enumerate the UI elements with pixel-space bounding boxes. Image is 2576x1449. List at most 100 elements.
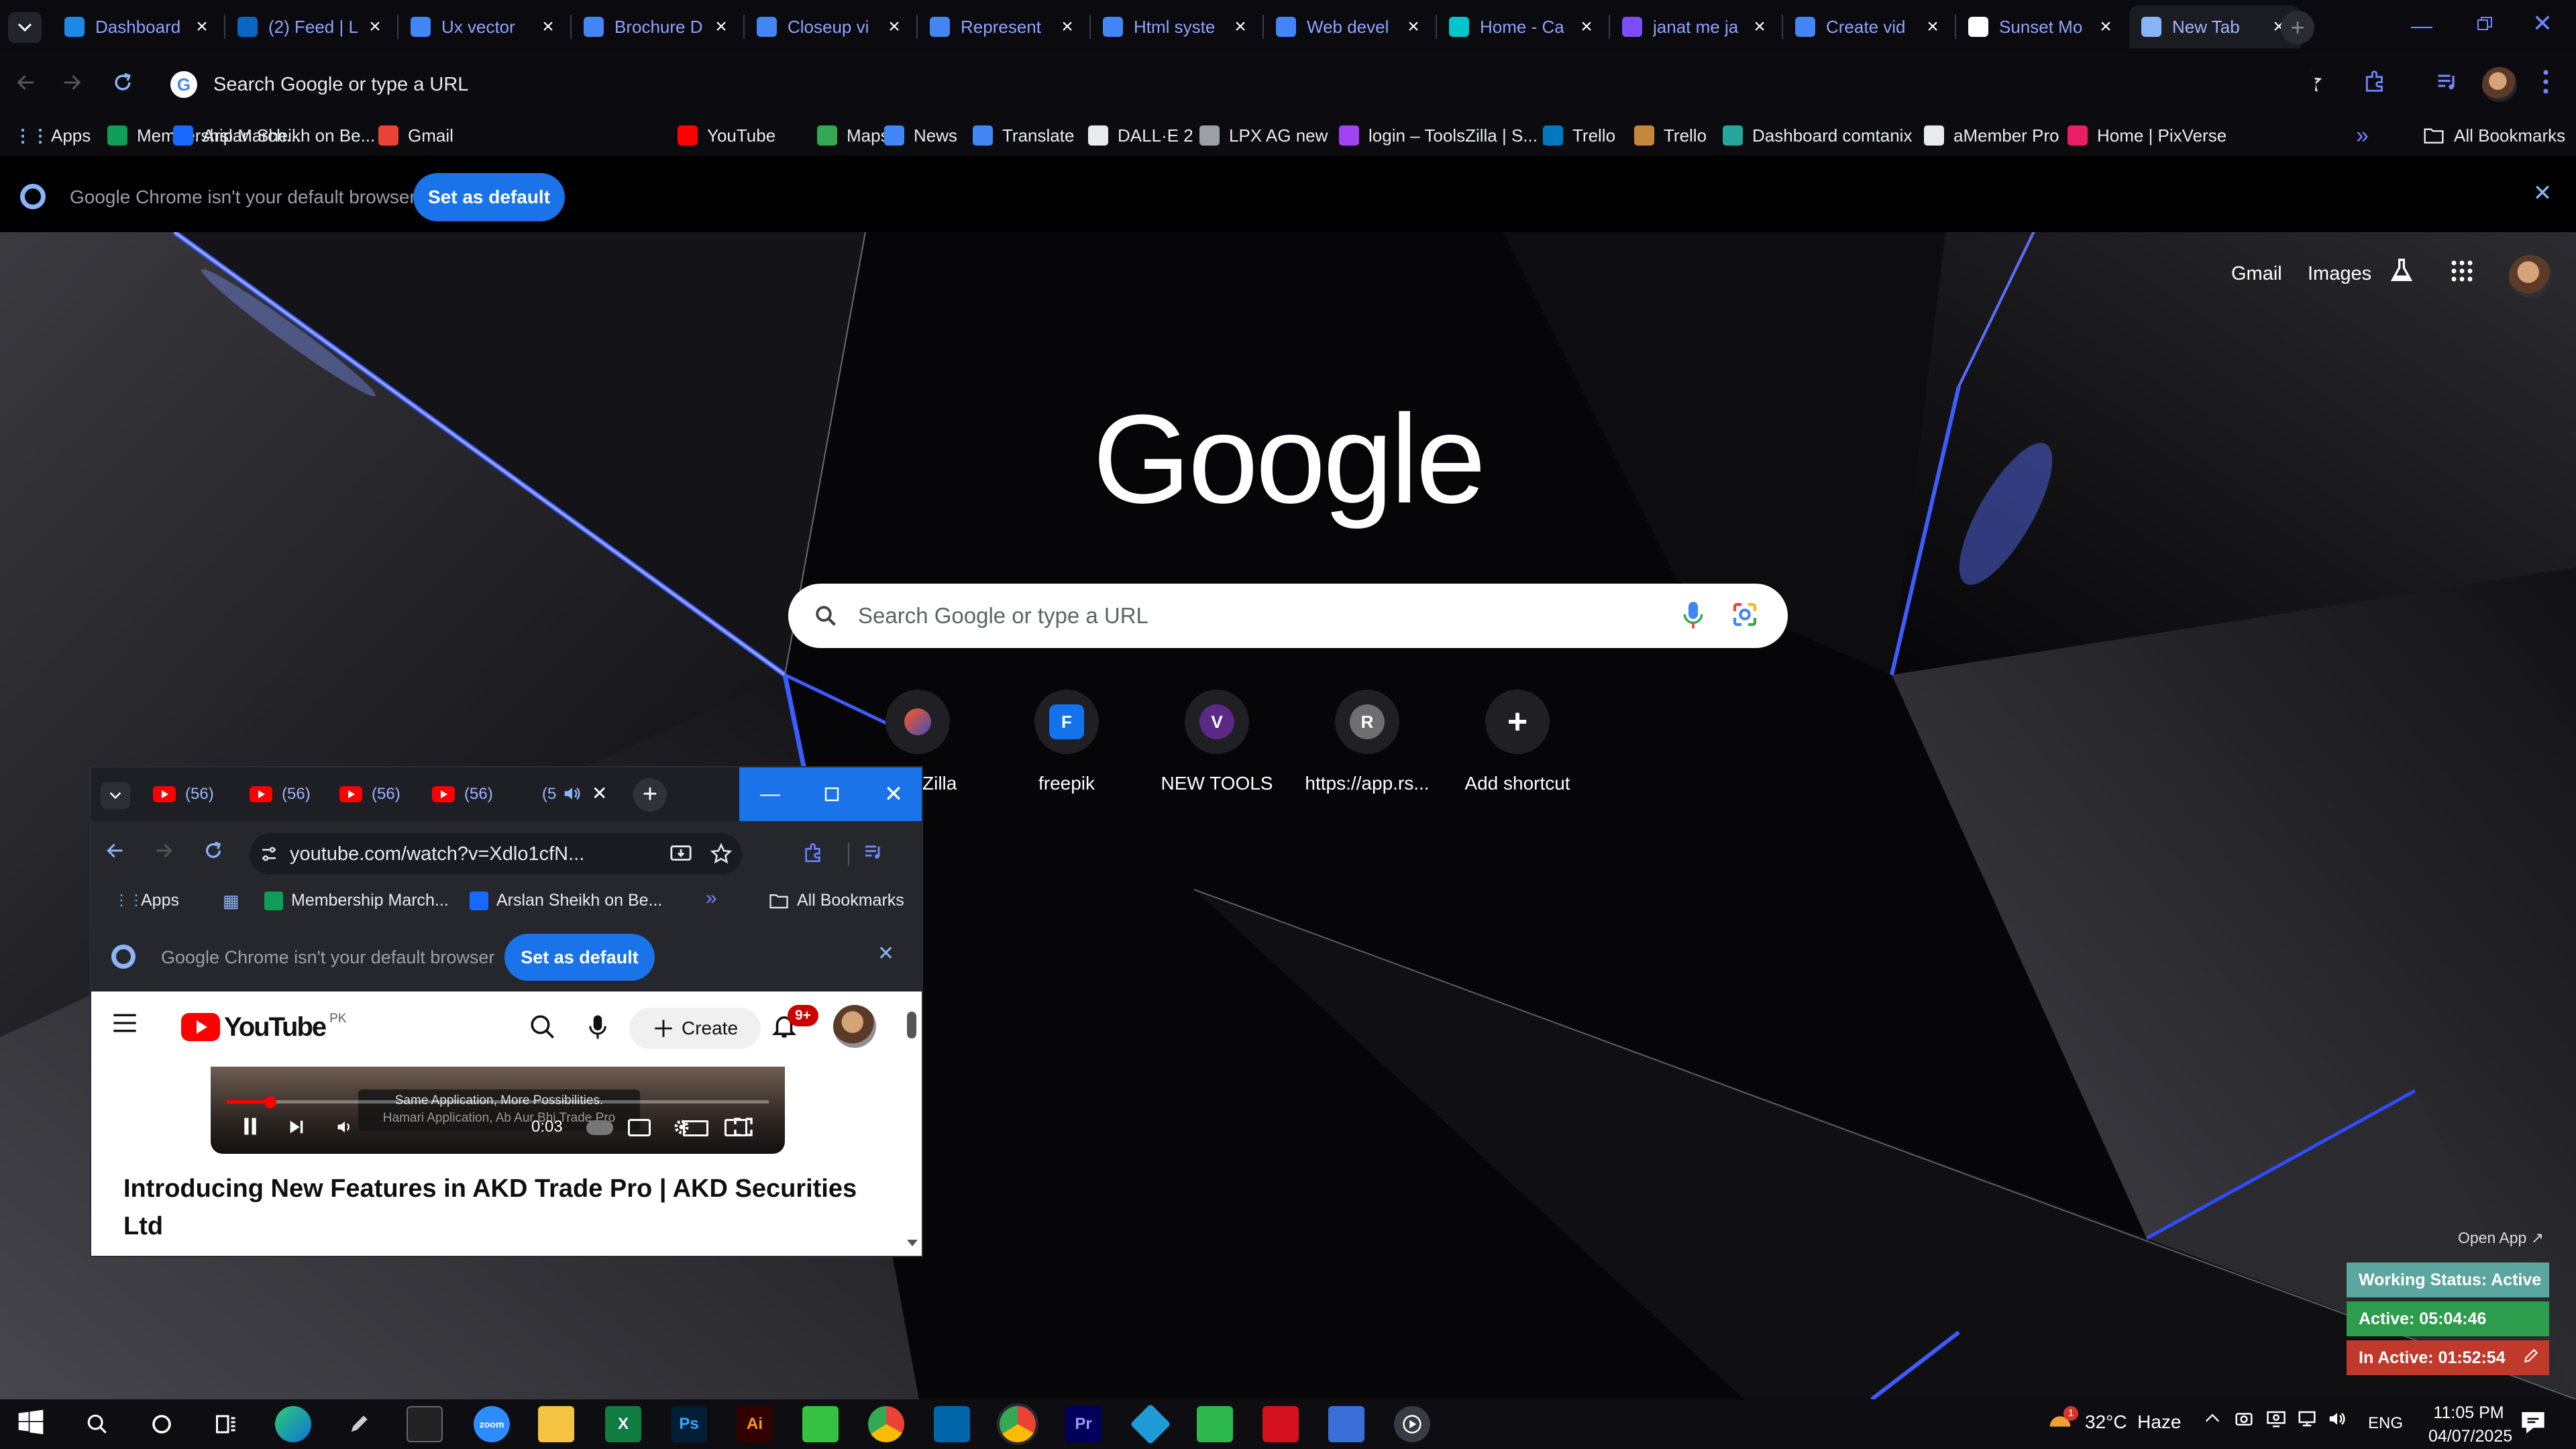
bookmark-item[interactable]: aMember Pro — [1924, 122, 2059, 149]
popup-maximize-button[interactable] — [801, 767, 863, 821]
show-hidden-icons-button[interactable] — [2203, 1409, 2222, 1428]
popup-address-bar[interactable]: youtube.com/watch?v=Xdlo1cfN... — [250, 833, 742, 875]
tab-close-icon[interactable]: × — [1923, 15, 1943, 38]
images-link[interactable]: Images — [2308, 263, 2371, 285]
tab[interactable]: Closeup vi × — [745, 5, 916, 48]
vscode-icon[interactable] — [934, 1406, 970, 1442]
popup-tab[interactable]: (56) — [250, 777, 311, 812]
popup-reload-button[interactable] — [203, 840, 229, 867]
tray-app-icon-1[interactable] — [2234, 1409, 2254, 1429]
bookmark-item[interactable]: Gmail — [378, 122, 453, 149]
profile-avatar[interactable] — [2482, 67, 2517, 102]
tab[interactable]: janat me ja × — [1610, 5, 1782, 48]
infobar-close-button[interactable]: ✕ — [2529, 180, 2556, 207]
extensions-button[interactable] — [2363, 68, 2394, 99]
network-icon[interactable] — [2297, 1409, 2317, 1429]
tab-close-icon[interactable]: × — [1576, 15, 1597, 38]
popup-tab-search-button[interactable] — [101, 782, 130, 809]
popup-extensions-button[interactable] — [802, 841, 829, 868]
acrobat-icon[interactable] — [1263, 1406, 1299, 1442]
notification-center-button[interactable] — [2520, 1409, 2549, 1438]
video-scrubber-knob[interactable] — [264, 1096, 276, 1108]
subtitles-button[interactable] — [628, 1119, 651, 1136]
popup-back-button[interactable] — [105, 840, 131, 867]
bookmark-item[interactable]: login – ToolsZilla | S... — [1339, 122, 1538, 149]
cortana-icon[interactable] — [144, 1406, 180, 1442]
language-indicator[interactable]: ENG — [2368, 1414, 2403, 1433]
popup-minimize-button[interactable]: — — [739, 767, 801, 821]
video-player[interactable]: Same Application, More Possibilities. Ha… — [211, 1067, 785, 1154]
edit-pencil-icon[interactable] — [2522, 1347, 2542, 1367]
clock[interactable]: 11:05 PM 04/07/2025 — [2428, 1402, 2512, 1446]
tray-app-icon-2[interactable] — [2266, 1409, 2286, 1429]
popup-forward-button[interactable] — [153, 840, 180, 867]
set-as-default-button[interactable]: Set as default — [413, 173, 565, 221]
tab-search-button[interactable] — [8, 12, 42, 43]
popup-new-tab-button[interactable]: + — [633, 778, 667, 812]
app-green-icon[interactable] — [802, 1406, 839, 1442]
chrome-icon[interactable] — [868, 1406, 904, 1442]
bookmark-item[interactable]: Dashboard comtanix — [1723, 122, 1912, 149]
window-restore-button[interactable] — [2465, 11, 2505, 38]
popup-bookmark-item[interactable]: ⋮⋮ Apps — [114, 891, 179, 910]
youtube-account-avatar[interactable] — [833, 1005, 876, 1048]
tab-close-icon[interactable]: × — [192, 15, 212, 38]
tab-groups-icon[interactable]: ▦ — [223, 891, 239, 912]
ntp-search-box[interactable]: Search Google or type a URL — [788, 584, 1788, 648]
illustrator-icon[interactable]: Ai — [737, 1406, 773, 1442]
popup-infobar-close[interactable]: ✕ — [877, 942, 902, 969]
shortcut-tile[interactable]: V NEW TOOLS — [1146, 690, 1287, 794]
task-view-icon[interactable] — [208, 1406, 244, 1442]
bookmark-item[interactable]: News — [884, 122, 957, 149]
bookmark-item[interactable]: Arslan Sheikh on Be... — [173, 122, 375, 149]
tab[interactable]: Home - Ca × — [1437, 5, 1609, 48]
menu-button[interactable] — [2536, 68, 2556, 101]
youtube-logo[interactable]: YouTube PK — [181, 1012, 347, 1042]
file-explorer-icon[interactable] — [538, 1406, 574, 1442]
app-green-2-icon[interactable] — [1197, 1406, 1233, 1442]
forward-button[interactable] — [60, 71, 90, 101]
youtube-create-button[interactable]: Create — [629, 1008, 761, 1049]
popup-tab[interactable]: (56) — [153, 777, 214, 812]
bookmark-item[interactable]: Trello — [1543, 122, 1615, 149]
hamburger-menu-button[interactable] — [111, 1012, 138, 1038]
gmail-link[interactable]: Gmail — [2231, 263, 2282, 285]
bookmark-item[interactable]: LPX AG new — [1199, 122, 1328, 149]
tab-close-icon[interactable]: × — [1230, 15, 1250, 38]
popup-all-bookmarks[interactable]: All Bookmarks — [769, 891, 904, 910]
tab[interactable]: Sunset Mo × — [1956, 5, 2128, 48]
omnibox[interactable]: G Search Google or type a URL — [162, 63, 2316, 106]
tab[interactable]: Ux vector × — [398, 5, 570, 48]
new-tab-button[interactable]: + — [2281, 11, 2314, 44]
google-apps-button[interactable] — [2450, 259, 2481, 290]
bookmark-item[interactable]: Maps — [817, 122, 890, 149]
popup-close-button[interactable]: ✕ — [863, 767, 922, 821]
open-app-button[interactable]: Open App ↗ — [2458, 1229, 2544, 1247]
all-bookmarks-button[interactable]: All Bookmarks — [2423, 122, 2565, 149]
bookmark-item[interactable]: Trello — [1634, 122, 1707, 149]
fullscreen-button[interactable] — [733, 1116, 755, 1139]
tab-close-icon[interactable]: × — [538, 15, 558, 38]
youtube-search-button[interactable] — [529, 1013, 559, 1044]
popup-bookmark-item[interactable]: Membership March... — [264, 891, 449, 910]
back-button[interactable] — [15, 71, 44, 101]
tab-close-icon[interactable]: × — [365, 15, 385, 38]
tab-close-icon[interactable]: × — [2096, 15, 2116, 38]
youtube-voice-button[interactable] — [588, 1013, 614, 1044]
zoom-icon[interactable]: zoom — [474, 1406, 510, 1442]
next-button[interactable] — [287, 1118, 307, 1138]
media-controls-button[interactable] — [2435, 70, 2465, 99]
tab[interactable]: New Tab × — [2129, 5, 2301, 48]
tab-close-icon[interactable]: × — [711, 15, 731, 38]
tab-close-icon[interactable]: × — [1750, 15, 1770, 38]
tab[interactable]: Represent × — [918, 5, 1089, 48]
chrome-canary-icon[interactable] — [997, 1403, 1038, 1445]
bookmark-item[interactable]: DALL·E 2 — [1088, 122, 1193, 149]
scroll-down-arrow[interactable] — [907, 1240, 918, 1250]
labs-button[interactable] — [2388, 258, 2419, 288]
bookmark-item[interactable]: ⋮⋮ Apps — [14, 122, 91, 149]
tab[interactable]: Web devel × — [1264, 5, 1436, 48]
pen-icon[interactable] — [341, 1406, 377, 1442]
media-player-icon[interactable] — [1394, 1406, 1430, 1442]
popup-tab-close-button[interactable]: ✕ — [592, 782, 612, 806]
